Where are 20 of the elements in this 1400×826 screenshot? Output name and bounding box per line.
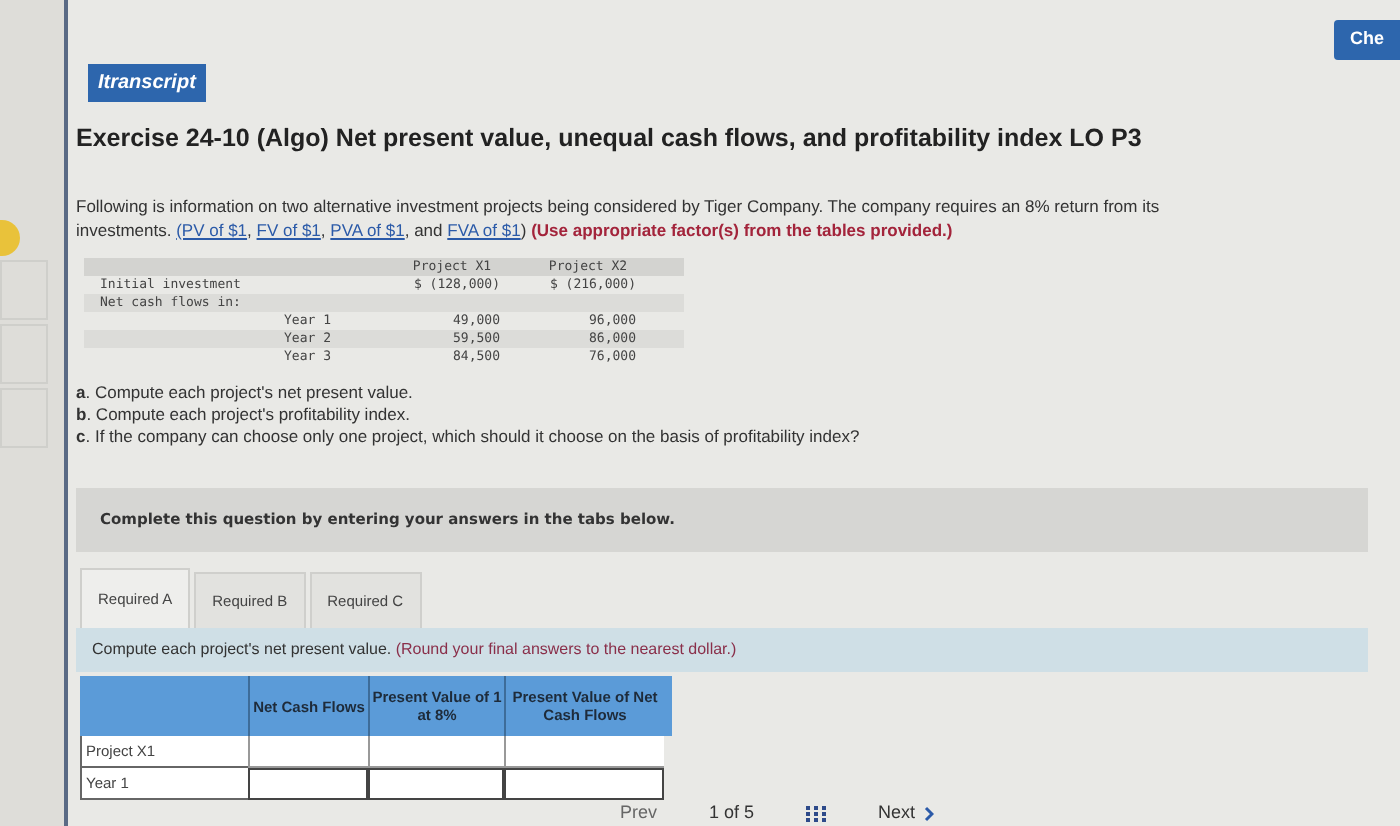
question-text: a. Compute each project's net present value. — [76, 381, 415, 404]
check-button[interactable]: Che — [1333, 20, 1400, 59]
answer-input[interactable] — [504, 768, 664, 801]
grid-icon[interactable] — [806, 805, 827, 822]
table-link[interactable]: (PV of $1 — [176, 219, 248, 240]
answer-input[interactable] — [368, 768, 504, 801]
answer-input[interactable] — [248, 768, 368, 801]
question-text: b. Compute each project's profitability index. — [76, 403, 412, 426]
intro-paragraph: Following is information on two alternative investment projects being considered by Tiger Company. The company requires an 8% return from its investments. (PV of $1, FV of $1, PVA of $1, and FVA of $1) (Use appropriate factor(s) from the tables provided.) — [76, 193, 1162, 242]
page-indicator: 1 of 5 — [709, 800, 755, 826]
question-text: c. If the company can choose only one project, which should it choose on the basis of profitability index? — [76, 425, 862, 448]
instruction-text: Compute each project's net present value. (Round your final answers to the nearest dollar.) — [92, 638, 737, 663]
next-button[interactable]: Next — [878, 800, 934, 826]
prev-button[interactable]: Prev — [620, 800, 658, 826]
exercise-title: Exercise 24-10 (Algo) Net present value, unequal cash flows, and profitability index LO P3 — [76, 122, 1144, 156]
transcript-button[interactable]: Itranscript — [88, 64, 206, 102]
table-link[interactable]: FVA of $1 — [447, 219, 521, 240]
table-link[interactable]: PVA of $1 — [330, 219, 405, 240]
chevron-right-icon — [923, 805, 934, 822]
table-link[interactable]: FV of $1 — [256, 219, 321, 240]
